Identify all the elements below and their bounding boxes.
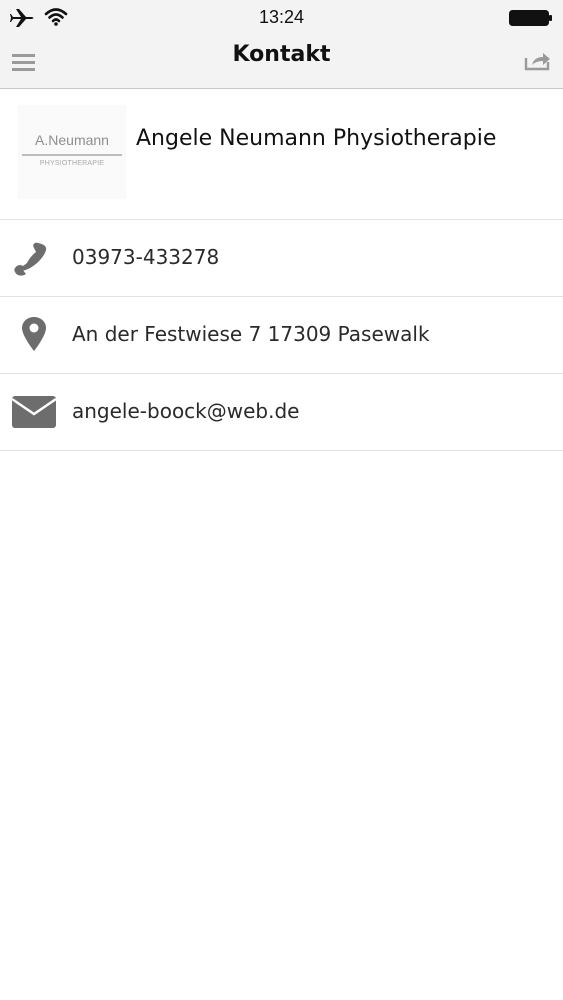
logo-divider <box>22 154 122 156</box>
contact-row-address[interactable]: An der Festwiese 7 17309 Pasewalk <box>0 297 563 374</box>
logo-subtitle: PHYSIOTHERAPIE <box>39 160 105 167</box>
share-icon[interactable] <box>521 44 553 80</box>
phone-number: 03973-433278 <box>72 245 220 269</box>
status-bar: 13:24 <box>0 0 563 36</box>
company-header: A.Neumann PHYSIOTHERAPIE Angele Neumann … <box>0 89 563 220</box>
map-pin-icon <box>22 317 46 351</box>
navigation-bar: Kontakt <box>0 36 563 89</box>
logo-name: A.Neumann <box>35 132 109 148</box>
address-text: An der Festwiese 7 17309 Pasewalk <box>72 322 430 346</box>
phone-icon <box>14 242 47 276</box>
contact-screen: 13:24 Kontakt A.Neumann PHYSIOTHERAPIE A… <box>0 0 563 1000</box>
contact-row-phone[interactable]: 03973-433278 <box>0 220 563 297</box>
email-address: angele-boock@web.de <box>72 399 300 423</box>
company-name: Angele Neumann Physiotherapie <box>136 126 497 151</box>
status-time: 13:24 <box>258 7 305 27</box>
company-logo: A.Neumann PHYSIOTHERAPIE <box>18 105 126 199</box>
contact-row-email[interactable]: angele-boock@web.de <box>0 374 563 451</box>
battery-icon <box>509 10 552 26</box>
envelope-icon <box>11 396 56 428</box>
page-title: Kontakt <box>232 42 331 67</box>
